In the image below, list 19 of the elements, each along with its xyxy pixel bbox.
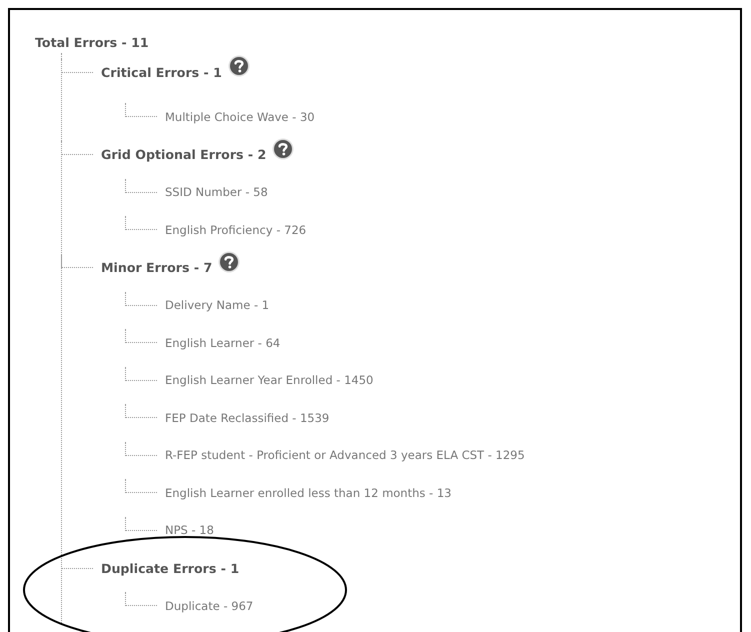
tree-item-label[interactable]: English Learner Year Enrolled - 1450: [165, 373, 374, 388]
help-icon[interactable]: [218, 250, 240, 272]
tree-item-label[interactable]: Duplicate - 967: [165, 598, 254, 613]
tree-group-label[interactable]: Duplicate Errors - 1: [101, 560, 240, 576]
tree-group-label[interactable]: Critical Errors - 1: [101, 64, 222, 80]
tree-item-label[interactable]: R-FEP student - Proficient or Advanced 3 years ELA CST - 1295: [165, 448, 525, 462]
tree-item-label[interactable]: FEP Date Reclassified - 1539: [165, 410, 330, 425]
tree-item-label[interactable]: Multiple Choice Wave - 30: [165, 110, 315, 124]
tree-item-label[interactable]: English Learner - 64: [165, 336, 280, 350]
tree-root-label: Total Errors - 11: [35, 34, 150, 52]
help-icon[interactable]: [272, 138, 294, 160]
tree-group-label[interactable]: Grid Optional Errors - 2: [101, 147, 266, 162]
tree-item-label[interactable]: English Learner enrolled less than 12 months - 13: [165, 486, 452, 500]
tree-item-label[interactable]: NPS - 18: [165, 523, 214, 538]
tree-item-label[interactable]: English Proficiency - 726: [165, 222, 306, 237]
help-icon[interactable]: [228, 55, 250, 77]
tree-item-label[interactable]: Delivery Name - 1: [165, 298, 270, 312]
tree-group-label[interactable]: Minor Errors - 7: [101, 260, 212, 275]
tree-item-label[interactable]: SSID Number - 58: [165, 185, 268, 200]
